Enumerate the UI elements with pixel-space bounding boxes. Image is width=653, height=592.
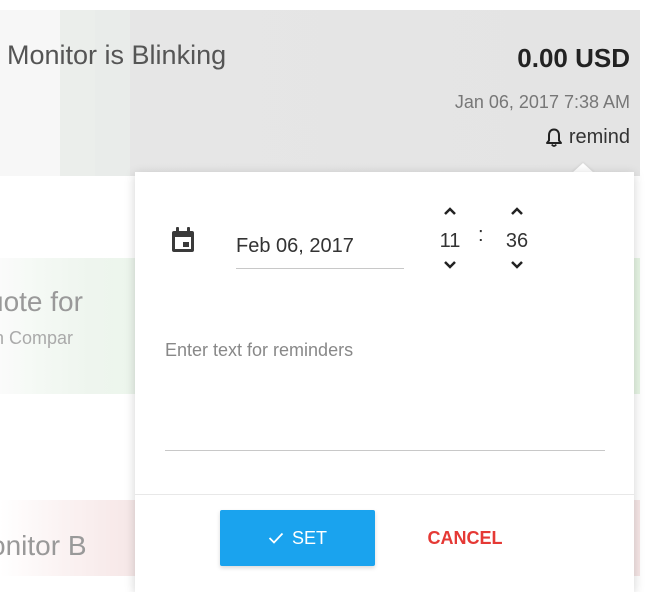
reminder-date-input[interactable] — [236, 224, 404, 269]
reminder-text-input[interactable] — [165, 340, 605, 451]
ticket-date: Jan 06, 2017 7:38 AM — [454, 92, 630, 112]
reminder-popup: 11 : 36 SET CANCEL — [135, 172, 634, 592]
ticket-company: n Compar — [0, 328, 74, 348]
ticket-row-1[interactable]: y Monitor is Blinking 0.00 USD Jan 06, 2… — [0, 10, 640, 176]
minute-value[interactable]: 36 — [499, 228, 535, 254]
ticket-title: onitor B — [0, 530, 87, 561]
set-button[interactable]: SET — [220, 510, 375, 566]
hour-value[interactable]: 11 — [432, 228, 468, 254]
ticket-title: uote for — [0, 286, 83, 317]
ticket-title: y Monitor is Blinking — [7, 40, 227, 70]
calendar-icon[interactable] — [171, 227, 195, 253]
minute-increment-button[interactable] — [499, 206, 535, 228]
chevron-down-icon — [511, 261, 523, 269]
popup-divider — [135, 494, 634, 495]
checkmark-icon — [268, 532, 284, 544]
chevron-up-icon — [444, 207, 456, 215]
hour-increment-button[interactable] — [432, 206, 468, 228]
chevron-up-icon — [511, 207, 523, 215]
set-button-label: SET — [291, 527, 327, 548]
bell-icon — [545, 128, 562, 147]
ticket-price: 0.00 USD — [517, 43, 630, 73]
minute-decrement-button[interactable] — [499, 260, 535, 282]
remind-label: remind — [568, 126, 630, 148]
cancel-button-label: CANCEL — [427, 527, 503, 548]
hour-decrement-button[interactable] — [432, 260, 468, 282]
chevron-down-icon — [444, 261, 456, 269]
remind-button[interactable]: remind — [545, 126, 630, 149]
time-separator: : — [478, 224, 484, 246]
minute-stepper: 36 — [499, 200, 535, 282]
hour-stepper: 11 — [432, 200, 468, 282]
cancel-button[interactable]: CANCEL — [405, 510, 525, 566]
